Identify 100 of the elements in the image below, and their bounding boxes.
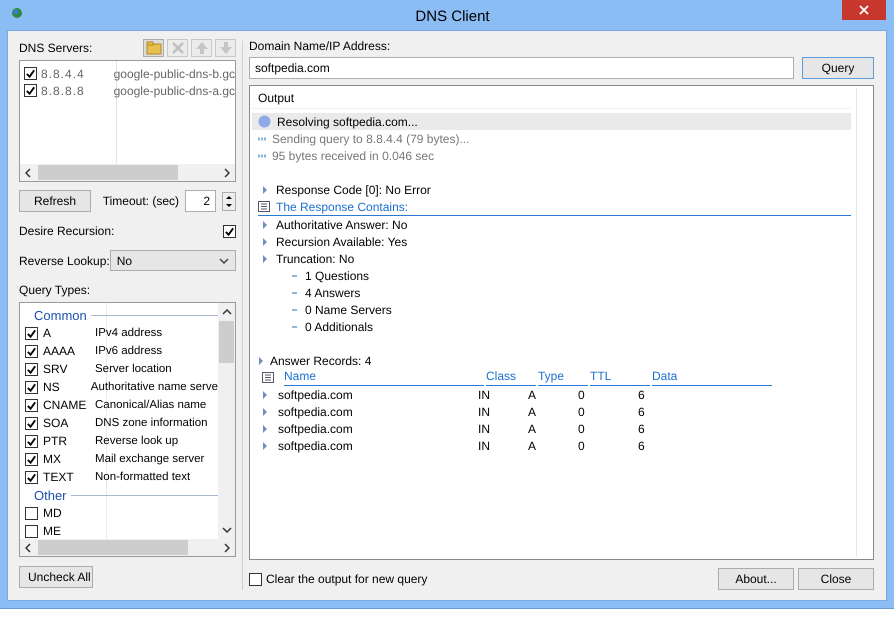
- checkbox[interactable]: [25, 326, 38, 340]
- table-cell-text: IN: [478, 388, 491, 402]
- left-caret-icon: [25, 542, 31, 552]
- table-cell-text: A: [528, 404, 538, 418]
- table-cell-text: softpedia.com: [278, 422, 354, 436]
- table-cell-text: 0: [578, 388, 586, 402]
- checkbox[interactable]: [25, 380, 38, 394]
- check-icon: [26, 328, 37, 338]
- dots-icon: [258, 136, 266, 140]
- domain-field[interactable]: softpedia.com: [249, 57, 794, 79]
- cross-icon: [170, 40, 186, 56]
- up-caret-icon: [222, 309, 232, 315]
- list-icon: [262, 372, 274, 383]
- checkbox[interactable]: [25, 416, 38, 430]
- globe-icon: [11, 7, 23, 19]
- log-text: 95 bytes received in 0.046 sec: [272, 148, 434, 162]
- check-icon: [26, 418, 37, 428]
- checkbox[interactable]: [223, 224, 236, 238]
- tree-item: 0 Name Servers: [305, 302, 392, 316]
- type-code: PTR: [43, 434, 68, 448]
- uncheck-all-button[interactable]: Uncheck All: [19, 566, 93, 588]
- scroll-thumb[interactable]: [38, 165, 178, 180]
- tree-item[interactable]: Response Code [0]: No Error: [276, 182, 431, 196]
- table-cell-text: 6: [638, 422, 646, 436]
- log-row[interactable]: Resolving softpedia.com...: [252, 113, 851, 130]
- chevron-icon: [219, 258, 229, 264]
- table-cell-text: 0: [578, 422, 586, 436]
- spin-buttons[interactable]: [222, 192, 236, 210]
- scroll-thumb[interactable]: [219, 321, 234, 363]
- down-caret-icon: [225, 202, 233, 208]
- checkbox[interactable]: [24, 84, 37, 97]
- scrollbar[interactable]: [218, 303, 235, 539]
- checkbox[interactable]: [25, 524, 38, 538]
- group-header: Common: [34, 308, 87, 322]
- right-caret-icon: [224, 168, 230, 178]
- table-cell-text: 0: [578, 438, 586, 452]
- scroll-thumb[interactable]: [38, 540, 188, 555]
- table-cell-text: softpedia.com: [278, 438, 354, 452]
- tree-item[interactable]: Answer Records: 4: [270, 354, 372, 368]
- folder-icon: [146, 40, 162, 56]
- checkbox[interactable]: [25, 506, 38, 520]
- tree-item[interactable]: Authoritative Answer: No: [276, 218, 408, 232]
- check-icon: [25, 85, 36, 96]
- scrollbar[interactable]: [20, 539, 235, 556]
- type-code: TEXT: [43, 470, 75, 484]
- check-icon: [26, 454, 37, 464]
- close-icon: [859, 5, 869, 15]
- checkbox[interactable]: [24, 67, 37, 80]
- query-button[interactable]: Query: [802, 57, 874, 79]
- column-header[interactable]: Data: [652, 369, 772, 386]
- table-cell-text: softpedia.com: [278, 404, 354, 418]
- recursion-label: Desire Recursion:: [19, 224, 114, 238]
- tree-item[interactable]: Recursion Available: Yes: [276, 234, 408, 248]
- refresh-button[interactable]: Refresh: [19, 190, 91, 212]
- log-text: Sending query to 8.8.4.4 (79 bytes)...: [272, 132, 470, 146]
- expand-arrow-icon: [258, 356, 264, 366]
- right-caret-icon: [224, 542, 230, 552]
- log-row[interactable]: Sending query to 8.8.4.4 (79 bytes)...: [252, 130, 851, 147]
- checkbox[interactable]: [25, 434, 38, 448]
- server-address: 8.8.8.8: [41, 84, 86, 98]
- column-header[interactable]: Name: [284, 369, 484, 386]
- checkbox[interactable]: [25, 344, 38, 358]
- reverse-lookup-label: Reverse Lookup:: [19, 254, 110, 268]
- column-header[interactable]: Class: [486, 369, 536, 386]
- table-cell-text: 0: [578, 404, 586, 418]
- close-button[interactable]: [842, 0, 886, 20]
- checkbox[interactable]: [25, 452, 38, 466]
- table-cell-text: 6: [638, 438, 646, 452]
- server-host: google-public-dns-b.gc: [114, 66, 235, 80]
- type-description: Mail exchange server: [95, 453, 204, 465]
- close-button[interactable]: Close: [798, 568, 874, 590]
- checkbox[interactable]: [249, 572, 262, 586]
- checkbox[interactable]: [25, 398, 38, 412]
- tree-item[interactable]: Truncation: No: [276, 252, 354, 266]
- table-cell-text: IN: [478, 438, 491, 452]
- reverse-lookup-dropdown[interactable]: No: [110, 250, 236, 271]
- column-header[interactable]: TTL: [590, 369, 650, 386]
- type-code: A: [43, 326, 52, 340]
- checkbox[interactable]: [25, 470, 38, 484]
- check-icon: [26, 436, 37, 446]
- scrollbar[interactable]: [20, 164, 235, 181]
- table-cell-text: IN: [478, 422, 491, 436]
- timeout-field[interactable]: 2: [185, 190, 216, 212]
- tree-item: 0 Additionals: [305, 320, 374, 334]
- window-title: DNS Client: [414, 8, 491, 24]
- log-row[interactable]: 95 bytes received in 0.046 sec: [252, 147, 851, 164]
- tree-item: 1 Questions: [305, 268, 370, 282]
- check-icon: [26, 472, 37, 482]
- type-description: Authoritative name serve: [90, 381, 218, 393]
- checkbox[interactable]: [25, 362, 38, 376]
- timeout-label: Timeout: (sec): [102, 194, 179, 208]
- up-arrow-icon: [194, 40, 210, 56]
- table-cell-text: IN: [478, 404, 491, 418]
- type-description: Canonical/Alias name: [95, 399, 206, 411]
- expand-arrow-icon: [262, 184, 268, 194]
- type-code: SOA: [43, 416, 70, 430]
- about-button[interactable]: About...: [718, 568, 794, 590]
- column-header[interactable]: Type: [538, 369, 588, 386]
- table-cell-text: A: [528, 422, 538, 436]
- list-icon: [258, 201, 270, 212]
